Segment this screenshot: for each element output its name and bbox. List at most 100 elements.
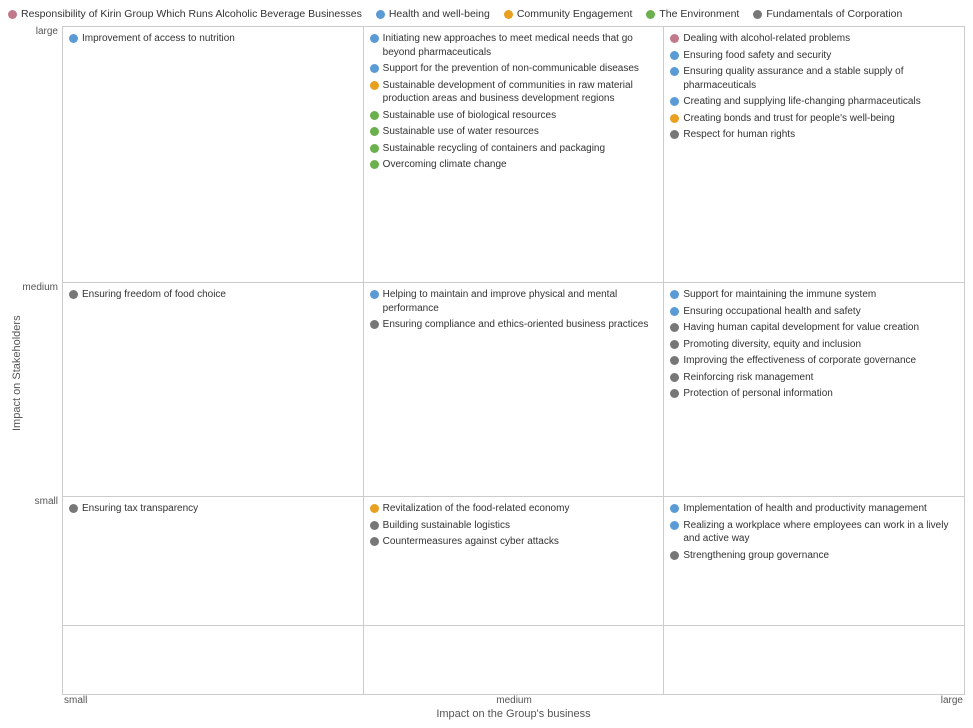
legend-item-health: Health and well-being <box>376 8 490 20</box>
item-text: Respect for human rights <box>683 128 795 142</box>
x-axis-ticks: smallmediumlarge <box>62 695 965 706</box>
cell-item: Ensuring food safety and security <box>670 49 958 63</box>
cell-item: Implementation of health and productivit… <box>670 502 958 516</box>
bottom-area: smallmediumlarge Impact on the Group's b… <box>62 695 965 720</box>
cell-item: Dealing with alcohol-related problems <box>670 32 958 46</box>
cell-item: Sustainable recycling of containers and … <box>370 142 658 156</box>
x-tick-small: small <box>64 695 87 706</box>
x-tick-medium: medium <box>496 695 532 706</box>
cell-row1-col0: Ensuring freedom of food choice <box>62 283 364 496</box>
grid-row-row3 <box>62 625 965 695</box>
item-dot <box>670 130 679 139</box>
item-dot <box>670 504 679 513</box>
item-text: Promoting diversity, equity and inclusio… <box>683 338 861 352</box>
legend-item-community: Community Engagement <box>504 8 633 20</box>
item-dot <box>370 144 379 153</box>
cell-row2-col0: Ensuring tax transparency <box>62 497 364 625</box>
item-dot <box>670 67 679 76</box>
item-text: Overcoming climate change <box>383 158 507 172</box>
item-text: Sustainable development of communities i… <box>383 79 658 106</box>
cell-row3-col1 <box>364 626 665 694</box>
cell-item: Respect for human rights <box>670 128 958 142</box>
item-dot <box>370 34 379 43</box>
item-text: Strengthening group governance <box>683 549 829 563</box>
y-axis-ticks: largemediumsmall <box>26 26 62 720</box>
item-text: Sustainable use of biological resources <box>383 109 556 123</box>
item-dot <box>670 114 679 123</box>
legend-label-community: Community Engagement <box>517 8 633 20</box>
cell-item: Ensuring quality assurance and a stable … <box>670 65 958 92</box>
legend-dot-environment <box>646 10 655 19</box>
cell-row1-col2: Support for maintaining the immune syste… <box>664 283 965 496</box>
item-dot <box>370 290 379 299</box>
cell-item: Improving the effectiveness of corporate… <box>670 354 958 368</box>
item-text: Helping to maintain and improve physical… <box>383 288 658 315</box>
item-dot <box>370 64 379 73</box>
item-text: Ensuring compliance and ethics-oriented … <box>383 318 649 332</box>
cell-item: Ensuring tax transparency <box>69 502 357 516</box>
legend-item-fundamentals: Fundamentals of Corporation <box>753 8 902 20</box>
legend-dot-health <box>376 10 385 19</box>
item-text: Having human capital development for val… <box>683 321 919 335</box>
item-text: Sustainable use of water resources <box>383 125 539 139</box>
cell-row0-col1: Initiating new approaches to meet medica… <box>364 27 665 282</box>
cell-row2-col1: Revitalization of the food-related econo… <box>364 497 665 625</box>
item-text: Sustainable recycling of containers and … <box>383 142 605 156</box>
legend-label-health: Health and well-being <box>389 8 490 20</box>
item-text: Dealing with alcohol-related problems <box>683 32 850 46</box>
item-text: Improving the effectiveness of corporate… <box>683 354 916 368</box>
legend: Responsibility of Kirin Group Which Runs… <box>8 8 965 20</box>
cell-row3-col2 <box>664 626 965 694</box>
cell-item: Support for the prevention of non-commun… <box>370 62 658 76</box>
cell-item: Having human capital development for val… <box>670 321 958 335</box>
cell-item: Realizing a workplace where employees ca… <box>670 519 958 546</box>
cell-row3-col0 <box>62 626 364 694</box>
item-text: Implementation of health and productivit… <box>683 502 926 516</box>
item-dot <box>370 320 379 329</box>
item-dot <box>69 34 78 43</box>
legend-label-alcohol: Responsibility of Kirin Group Which Runs… <box>21 8 362 20</box>
item-text: Ensuring occupational health and safety <box>683 305 860 319</box>
item-dot <box>670 51 679 60</box>
item-dot <box>670 307 679 316</box>
item-text: Creating and supplying life-changing pha… <box>683 95 920 109</box>
item-dot <box>370 111 379 120</box>
item-dot <box>370 537 379 546</box>
item-dot <box>670 521 679 530</box>
cell-item: Initiating new approaches to meet medica… <box>370 32 658 59</box>
cell-item: Sustainable use of biological resources <box>370 109 658 123</box>
item-dot <box>670 97 679 106</box>
item-text: Realizing a workplace where employees ca… <box>683 519 958 546</box>
cell-item: Countermeasures against cyber attacks <box>370 535 658 549</box>
item-dot <box>670 356 679 365</box>
item-text: Ensuring food safety and security <box>683 49 831 63</box>
item-text: Reinforcing risk management <box>683 371 813 385</box>
cell-item: Ensuring freedom of food choice <box>69 288 357 302</box>
item-text: Ensuring quality assurance and a stable … <box>683 65 958 92</box>
cell-item: Protection of personal information <box>670 387 958 401</box>
cell-item: Ensuring compliance and ethics-oriented … <box>370 318 658 332</box>
legend-label-fundamentals: Fundamentals of Corporation <box>766 8 902 20</box>
item-text: Ensuring freedom of food choice <box>82 288 226 302</box>
item-text: Creating bonds and trust for people's we… <box>683 112 894 126</box>
cell-item: Strengthening group governance <box>670 549 958 563</box>
item-dot <box>370 504 379 513</box>
cell-item: Promoting diversity, equity and inclusio… <box>670 338 958 352</box>
grid-row-row2: Ensuring tax transparency Revitalization … <box>62 496 965 625</box>
cell-item: Creating and supplying life-changing pha… <box>670 95 958 109</box>
x-axis-label: Impact on the Group's business <box>62 708 965 720</box>
legend-label-environment: The Environment <box>659 8 739 20</box>
item-dot <box>670 34 679 43</box>
item-dot <box>370 160 379 169</box>
item-dot <box>370 521 379 530</box>
item-text: Ensuring tax transparency <box>82 502 198 516</box>
item-text: Countermeasures against cyber attacks <box>383 535 559 549</box>
y-tick-large: large <box>26 26 58 282</box>
item-dot <box>670 373 679 382</box>
cell-row2-col2: Implementation of health and productivit… <box>664 497 965 625</box>
grid-row-row0: Improvement of access to nutrition Initia… <box>62 26 965 282</box>
item-text: Improvement of access to nutrition <box>82 32 235 46</box>
y-tick-empty <box>26 624 58 692</box>
cell-item: Revitalization of the food-related econo… <box>370 502 658 516</box>
grid-row-row1: Ensuring freedom of food choice Helping t… <box>62 282 965 496</box>
